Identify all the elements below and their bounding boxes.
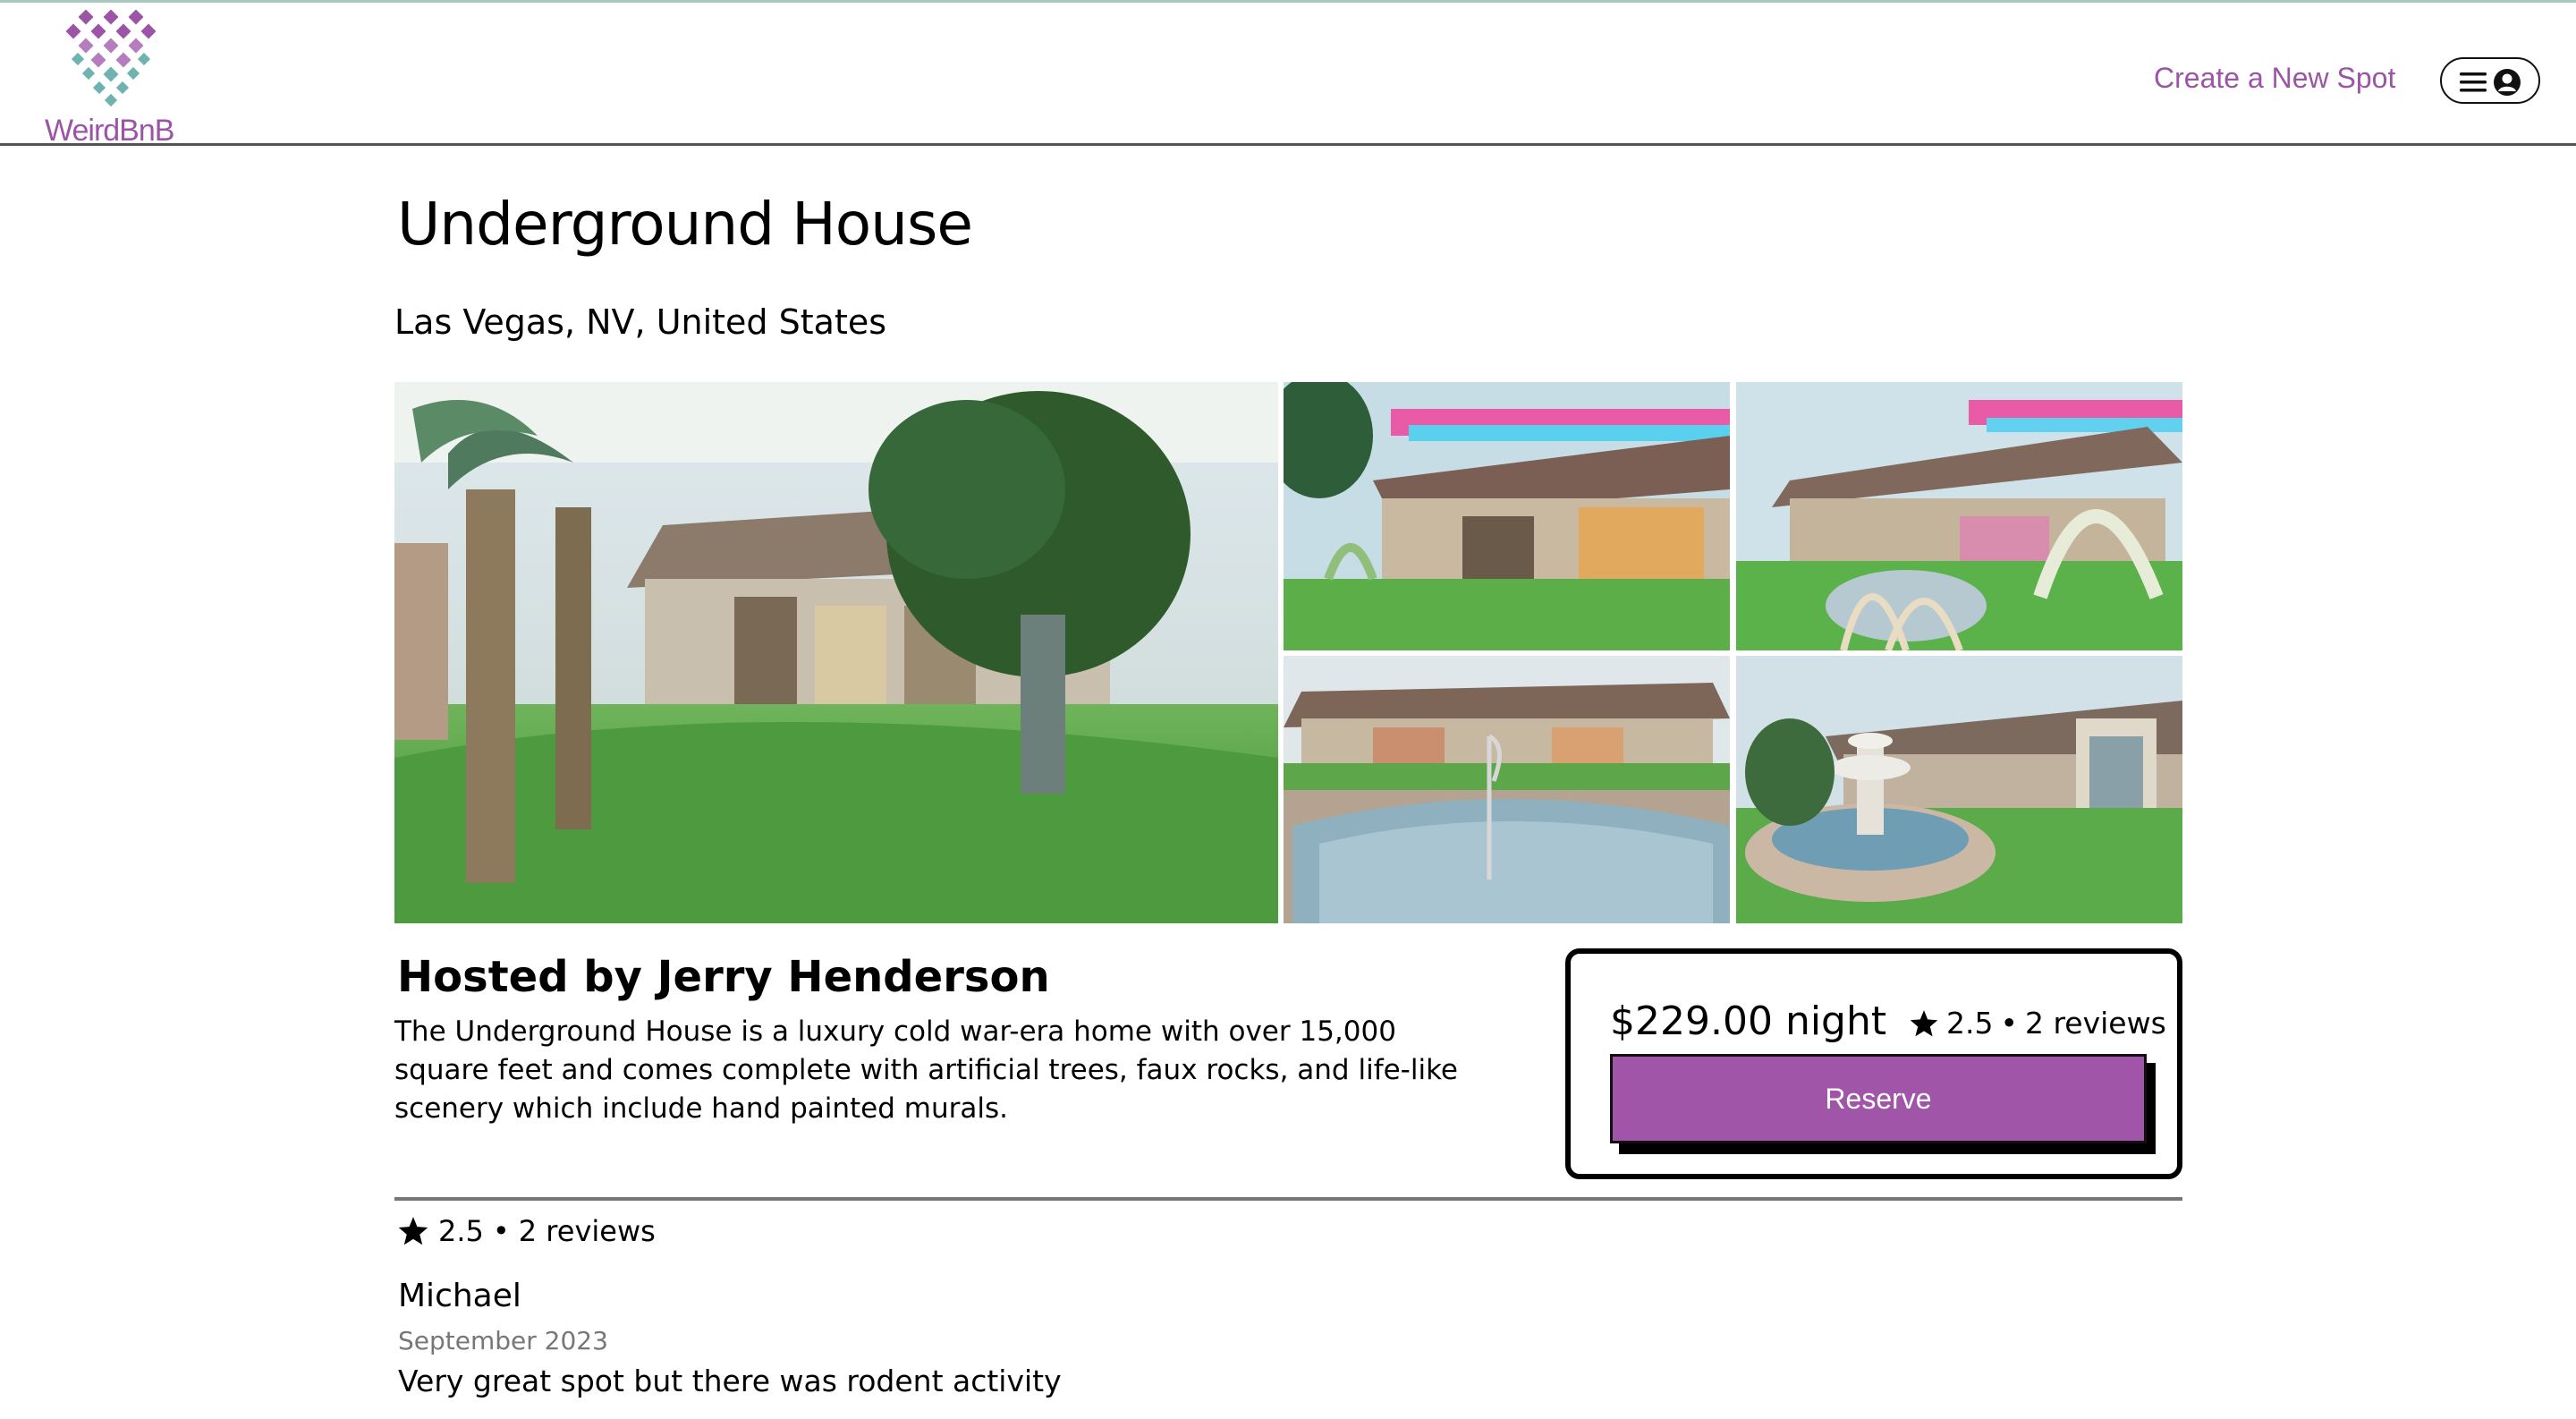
reviews-count: 2 reviews — [2024, 1006, 2166, 1041]
review-text: Very great spot but there was rodent act… — [398, 1364, 1062, 1398]
spot-image-2[interactable] — [1284, 382, 1730, 650]
rating-separator: • — [492, 1214, 510, 1248]
reviews-count: 2 reviews — [518, 1214, 656, 1248]
spot-description: The Underground House is a luxury cold w… — [394, 1015, 1459, 1125]
logo-text: WeirdBnB — [45, 114, 174, 148]
spot-image-5[interactable] — [1736, 656, 2182, 923]
spot-image-3[interactable] — [1736, 382, 2182, 650]
rating-value: 2.5 — [1946, 1006, 1994, 1041]
spot-main-image[interactable] — [394, 382, 1278, 923]
rating-separator: • — [2000, 1006, 2018, 1041]
create-new-spot-link[interactable]: Create a New Spot — [2154, 62, 2395, 95]
reviews-summary: 2.5 • 2 reviews — [397, 1214, 656, 1248]
logo-mark-icon — [65, 10, 157, 107]
section-divider — [394, 1197, 2182, 1201]
logo[interactable]: WeirdBnB — [45, 10, 188, 148]
star-icon — [1910, 1009, 1938, 1036]
reviewer-name: Michael — [398, 1278, 521, 1314]
profile-menu-button[interactable] — [2440, 57, 2540, 104]
user-circle-icon — [2494, 69, 2521, 96]
menu-icon — [2460, 72, 2487, 92]
spot-location: Las Vegas, NV, United States — [394, 302, 887, 342]
rating-value: 2.5 — [438, 1214, 484, 1248]
reserve-button[interactable]: Reserve — [1610, 1054, 2147, 1143]
review-date: September 2023 — [398, 1326, 608, 1355]
spot-title: Underground House — [397, 190, 973, 259]
booking-card: $229.00 night 2.5 • 2 reviews Reserve — [1565, 948, 2182, 1179]
star-icon — [398, 1217, 428, 1245]
host-heading: Hosted by Jerry Henderson — [397, 952, 1050, 1002]
booking-rating: 2.5 • 2 reviews — [1909, 1006, 2166, 1041]
price-per-night: $229.00 night — [1610, 998, 1887, 1044]
spot-image-4[interactable] — [1284, 656, 1730, 923]
site-header: WeirdBnB Create a New Spot — [0, 3, 2576, 148]
